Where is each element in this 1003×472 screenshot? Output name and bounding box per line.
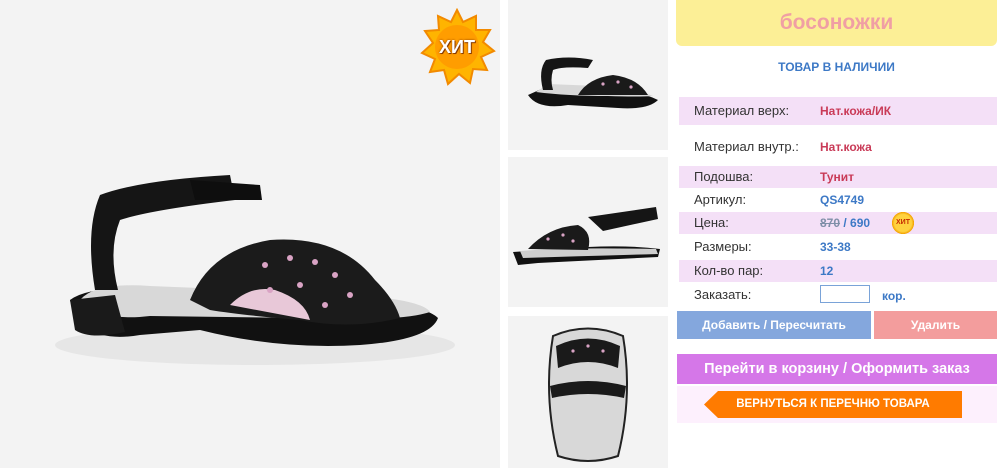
detail-label: Размеры: [694, 239, 752, 254]
detail-row-pairs: Кол-во пар: 12 [679, 260, 997, 282]
new-price: 690 [850, 216, 871, 230]
detail-value: 33-38 [820, 240, 851, 254]
detail-label: Артикул: [694, 192, 747, 207]
detail-row-article: Артикул: QS4749 [679, 189, 997, 211]
detail-label: Цена: [694, 215, 729, 230]
stock-status: ТОВАР В НАЛИЧИИ [778, 60, 895, 74]
detail-value: QS4749 [820, 193, 865, 207]
detail-label: Кол-во пар: [694, 263, 764, 278]
hit-mini-icon: ХИТ [892, 212, 914, 234]
price-separator: / [840, 216, 851, 230]
detail-row-material-top: Материал верх: Нат.кожа/ИК [679, 97, 997, 125]
detail-value: Нат.кожа/ИК [820, 104, 892, 118]
thumbnail-2[interactable] [508, 157, 668, 307]
detail-label: Заказать: [694, 287, 752, 302]
hit-badge: ХИТ [418, 8, 496, 86]
detail-label: Подошва: [694, 169, 754, 184]
detail-row-sizes: Размеры: 33-38 [679, 236, 997, 258]
detail-label: Материал внутр.: [694, 139, 799, 154]
sandal-thumbnail-top [508, 316, 668, 468]
main-product-image[interactable]: ХИТ [0, 0, 500, 468]
detail-value: 12 [820, 264, 834, 278]
detail-row-sole: Подошва: Тунит [679, 166, 997, 188]
sandal-thumbnail-angle [508, 0, 668, 150]
price-value: 870 / 690 [820, 216, 870, 230]
go-to-cart-button[interactable]: Перейти в корзину / Оформить заказ [677, 354, 997, 384]
back-to-list-button[interactable]: ВЕРНУТЬСЯ К ПЕРЕЧНЮ ТОВАРА [704, 391, 962, 418]
quantity-input[interactable] [820, 285, 870, 303]
hit-badge-label: ХИТ [439, 37, 475, 57]
detail-row-price: Цена: 870 / 690 ХИТ [679, 212, 997, 234]
remove-button[interactable]: Удалить [874, 311, 997, 339]
thumbnail-1[interactable] [508, 0, 668, 150]
detail-row-material-inner: Материал внутр.: Нат.кожа [679, 136, 997, 158]
thumbnail-3[interactable] [508, 316, 668, 468]
detail-label: Материал верх: [694, 103, 790, 118]
sandal-thumbnail-side [508, 157, 668, 307]
detail-value: Нат.кожа [820, 140, 872, 154]
product-title: босоножки [676, 0, 997, 46]
detail-value: Тунит [820, 170, 855, 184]
add-recalculate-button[interactable]: Добавить / Пересчитать [677, 311, 871, 339]
old-price: 870 [820, 216, 841, 230]
quantity-unit: кор. [882, 289, 906, 303]
